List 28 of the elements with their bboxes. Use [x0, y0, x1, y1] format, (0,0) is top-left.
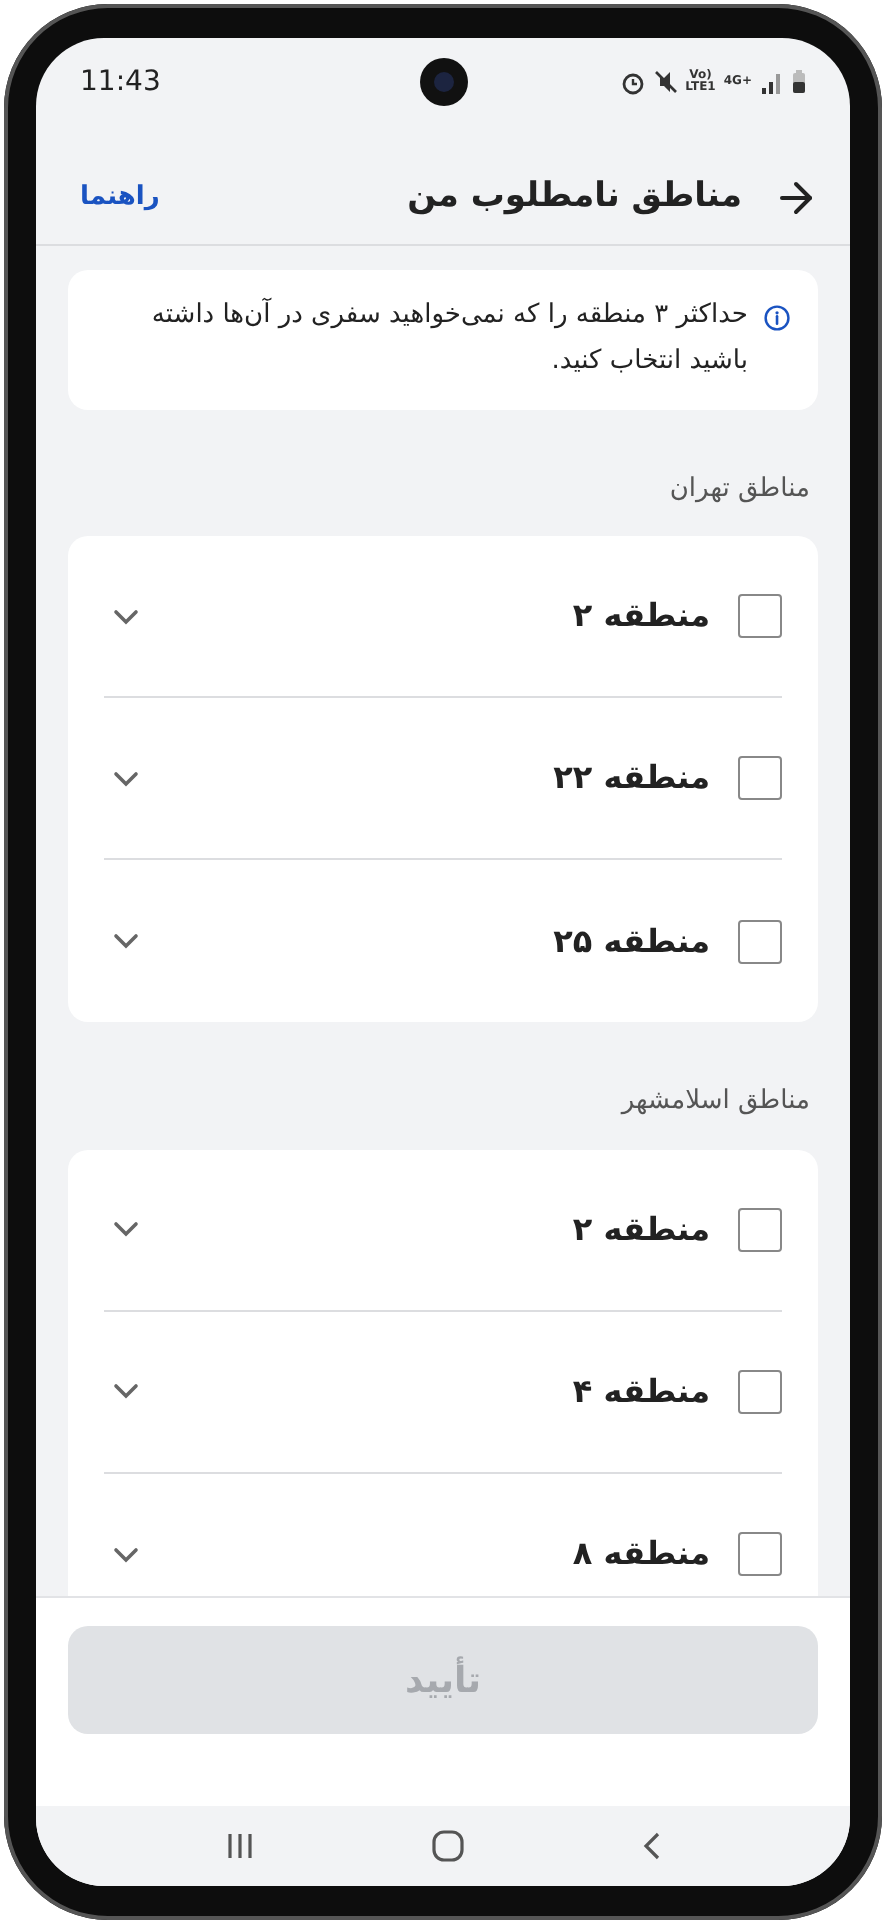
- page-title: مناطق نامطلوب من: [407, 176, 744, 218]
- back-icon[interactable]: [639, 1830, 663, 1862]
- region-label: منطقه ۲۲: [553, 756, 710, 800]
- battery-icon: [792, 70, 806, 94]
- checkbox[interactable]: [738, 919, 782, 963]
- region-label: منطقه ۴: [572, 1369, 710, 1413]
- region-label: منطقه ۲۵: [553, 919, 710, 963]
- checkbox[interactable]: [738, 1369, 782, 1413]
- status-time: 11:43: [80, 63, 161, 101]
- section-title: مناطق تهران: [667, 471, 810, 507]
- checkbox[interactable]: [738, 594, 782, 638]
- info-icon: [763, 302, 790, 334]
- help-link[interactable]: راهنما: [80, 177, 160, 217]
- mute-icon: [653, 70, 678, 94]
- signal-icon: [760, 71, 784, 93]
- checkbox[interactable]: [738, 1532, 782, 1576]
- info-text: حداکثر ۳ منطقه را که نمی‌خواهید سفری در آن‌ها داشته باشید انتخاب کنید.: [149, 295, 748, 380]
- region-label: منطقه ۲: [572, 1207, 710, 1251]
- region-label: منطقه ۸: [572, 1532, 710, 1576]
- checkbox[interactable]: [738, 756, 782, 800]
- region-label: منطقه ۲: [572, 594, 710, 638]
- recent-apps-icon[interactable]: [223, 1830, 255, 1862]
- back-arrow-icon[interactable]: [778, 179, 814, 215]
- home-icon[interactable]: [429, 1828, 465, 1864]
- checkbox[interactable]: [738, 1207, 782, 1251]
- camera-icon: [419, 58, 467, 106]
- alarm-icon: [619, 69, 646, 95]
- section-title: مناطق اسلامشهر: [618, 1084, 810, 1120]
